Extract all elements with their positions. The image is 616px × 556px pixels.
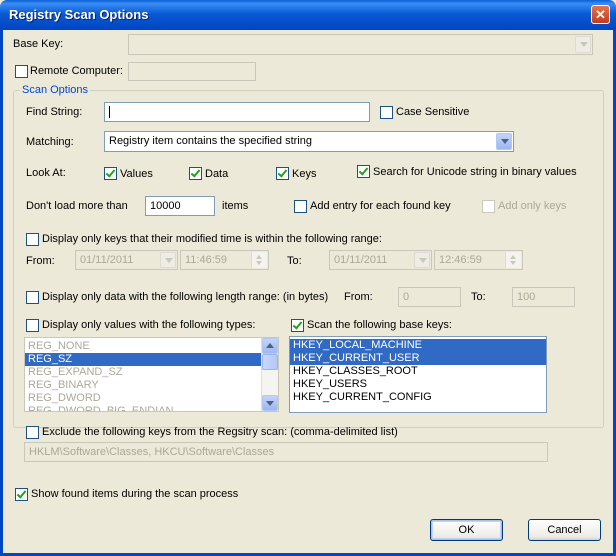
case-sensitive-label: Case Sensitive [396,106,470,118]
values-checkbox[interactable] [104,167,117,180]
case-sensitive-checkbox[interactable] [380,106,393,119]
add-entry-label: Add entry for each found key [310,200,451,212]
to-date-value: 01/11/2011 [334,254,388,266]
to-time-value: 12:46:59 [439,254,482,266]
look-at-label: Look At: [26,167,66,179]
spin-arrows-icon[interactable] [505,252,521,268]
scroll-down-icon[interactable] [262,395,278,411]
exclude-keys-value: HKLM\Software\Classes, HKCU\Software\Cla… [29,446,275,458]
base-keys-listbox[interactable]: HKEY_LOCAL_MACHINE HKEY_CURRENT_USER HKEY_… [289,336,547,413]
length-range-checkbox[interactable] [26,291,39,304]
base-key-list-item[interactable]: HKEY_CURRENT_USER [290,352,546,365]
base-keys-checkbox[interactable] [291,319,304,332]
from-date-label: From: [26,255,55,267]
length-from-label: From: [344,291,373,303]
value-types-checkbox[interactable] [26,319,39,332]
value-type-list-item[interactable]: REG_NONE [25,340,278,353]
value-type-list-item[interactable]: REG_BINARY [25,379,278,392]
add-only-keys-checkbox[interactable] [482,200,495,213]
find-string-input[interactable] [104,102,370,122]
from-date-picker[interactable]: 01/11/2011 [75,250,178,270]
data-label: Data [205,168,229,180]
add-only-keys-label: Add only keys [498,200,567,212]
remote-computer-input[interactable] [128,62,256,81]
show-found-label: Show found items during the scan process [31,488,239,500]
base-key-list-item[interactable]: HKEY_CURRENT_CONFIG [290,391,546,404]
remote-computer-label: Remote Computer: [30,65,123,77]
value-type-list-item[interactable]: REG_DWORD [25,392,278,405]
unicode-checkbox[interactable] [357,165,370,178]
unicode-label: Search for Unicode string in binary valu… [373,166,577,178]
from-date-value: 01/11/2011 [80,254,134,266]
length-range-label: Display only data with the following len… [42,291,329,303]
modified-time-checkbox[interactable] [26,233,39,246]
to-date-picker[interactable]: 01/11/2011 [329,250,432,270]
base-key-list-item[interactable]: HKEY_CLASSES_ROOT [290,365,546,378]
max-items-input[interactable]: 10000 [145,196,215,216]
length-from-value: 0 [403,291,410,303]
cancel-button[interactable]: Cancel [528,519,601,541]
base-key-label: Base Key: [13,38,64,50]
matching-label: Matching: [26,136,74,148]
keys-checkbox[interactable] [276,167,289,180]
window-title: Registry Scan Options [9,7,149,22]
to-time-picker[interactable]: 12:46:59 [434,250,523,270]
items-label: items [222,200,249,212]
base-key-list-item[interactable]: HKEY_LOCAL_MACHINE [290,339,546,352]
text-cursor [109,106,110,119]
length-to-value: 100 [517,291,536,303]
keys-label: Keys [292,168,317,180]
title-bar[interactable]: Registry Scan Options ✕ [0,0,616,30]
value-type-list-item[interactable]: REG_DWORD_BIG_ENDIAN [25,405,278,411]
length-from-input[interactable]: 0 [398,287,461,307]
close-button[interactable]: ✕ [591,5,610,24]
chevron-down-icon[interactable] [575,36,591,53]
matching-select[interactable]: Registry item contains the specified str… [104,131,514,152]
value-type-list-item[interactable]: REG_SZ [25,353,278,366]
base-keys-label: Scan the following base keys: [307,319,452,331]
scroll-up-icon[interactable] [262,338,278,354]
from-time-picker[interactable]: 11:46:59 [180,250,269,270]
max-items-value: 10000 [150,200,181,212]
add-entry-checkbox[interactable] [294,200,307,213]
spin-arrows-icon[interactable] [251,252,267,268]
values-label: Values [120,168,153,180]
chevron-down-icon[interactable] [496,133,512,150]
length-to-input[interactable]: 100 [512,287,575,307]
matching-value: Registry item contains the specified str… [109,135,312,147]
value-types-scrollbar[interactable] [261,338,278,411]
value-types-label: Display only values with the following t… [42,319,256,331]
base-key-combo[interactable] [128,34,593,55]
dont-load-label: Don't load more than [26,200,128,212]
show-found-checkbox[interactable] [15,488,28,501]
find-string-label: Find String: [26,106,83,118]
base-key-list-item[interactable]: HKEY_USERS [290,378,546,391]
value-types-listbox[interactable]: REG_NONE REG_SZ REG_EXPAND_SZ REG_BINARY REG… [24,337,279,412]
close-icon: ✕ [595,7,606,22]
length-to-label: To: [471,291,486,303]
chevron-down-icon[interactable] [414,252,430,268]
exclude-keys-checkbox[interactable] [26,426,39,439]
data-checkbox[interactable] [189,167,202,180]
to-date-label: To: [287,255,302,267]
exclude-keys-input[interactable]: HKLM\Software\Classes, HKCU\Software\Cla… [24,442,548,462]
scan-options-legend: Scan Options [20,84,91,96]
modified-time-label: Display only keys that their modified ti… [42,233,382,245]
chevron-down-icon[interactable] [160,252,176,268]
from-time-value: 11:46:59 [185,254,228,266]
exclude-keys-label: Exclude the following keys from the Regs… [42,426,398,438]
scroll-thumb[interactable] [262,354,278,370]
remote-computer-checkbox[interactable] [15,65,28,78]
value-type-list-item[interactable]: REG_EXPAND_SZ [25,366,278,379]
ok-button[interactable]: OK [430,519,503,541]
